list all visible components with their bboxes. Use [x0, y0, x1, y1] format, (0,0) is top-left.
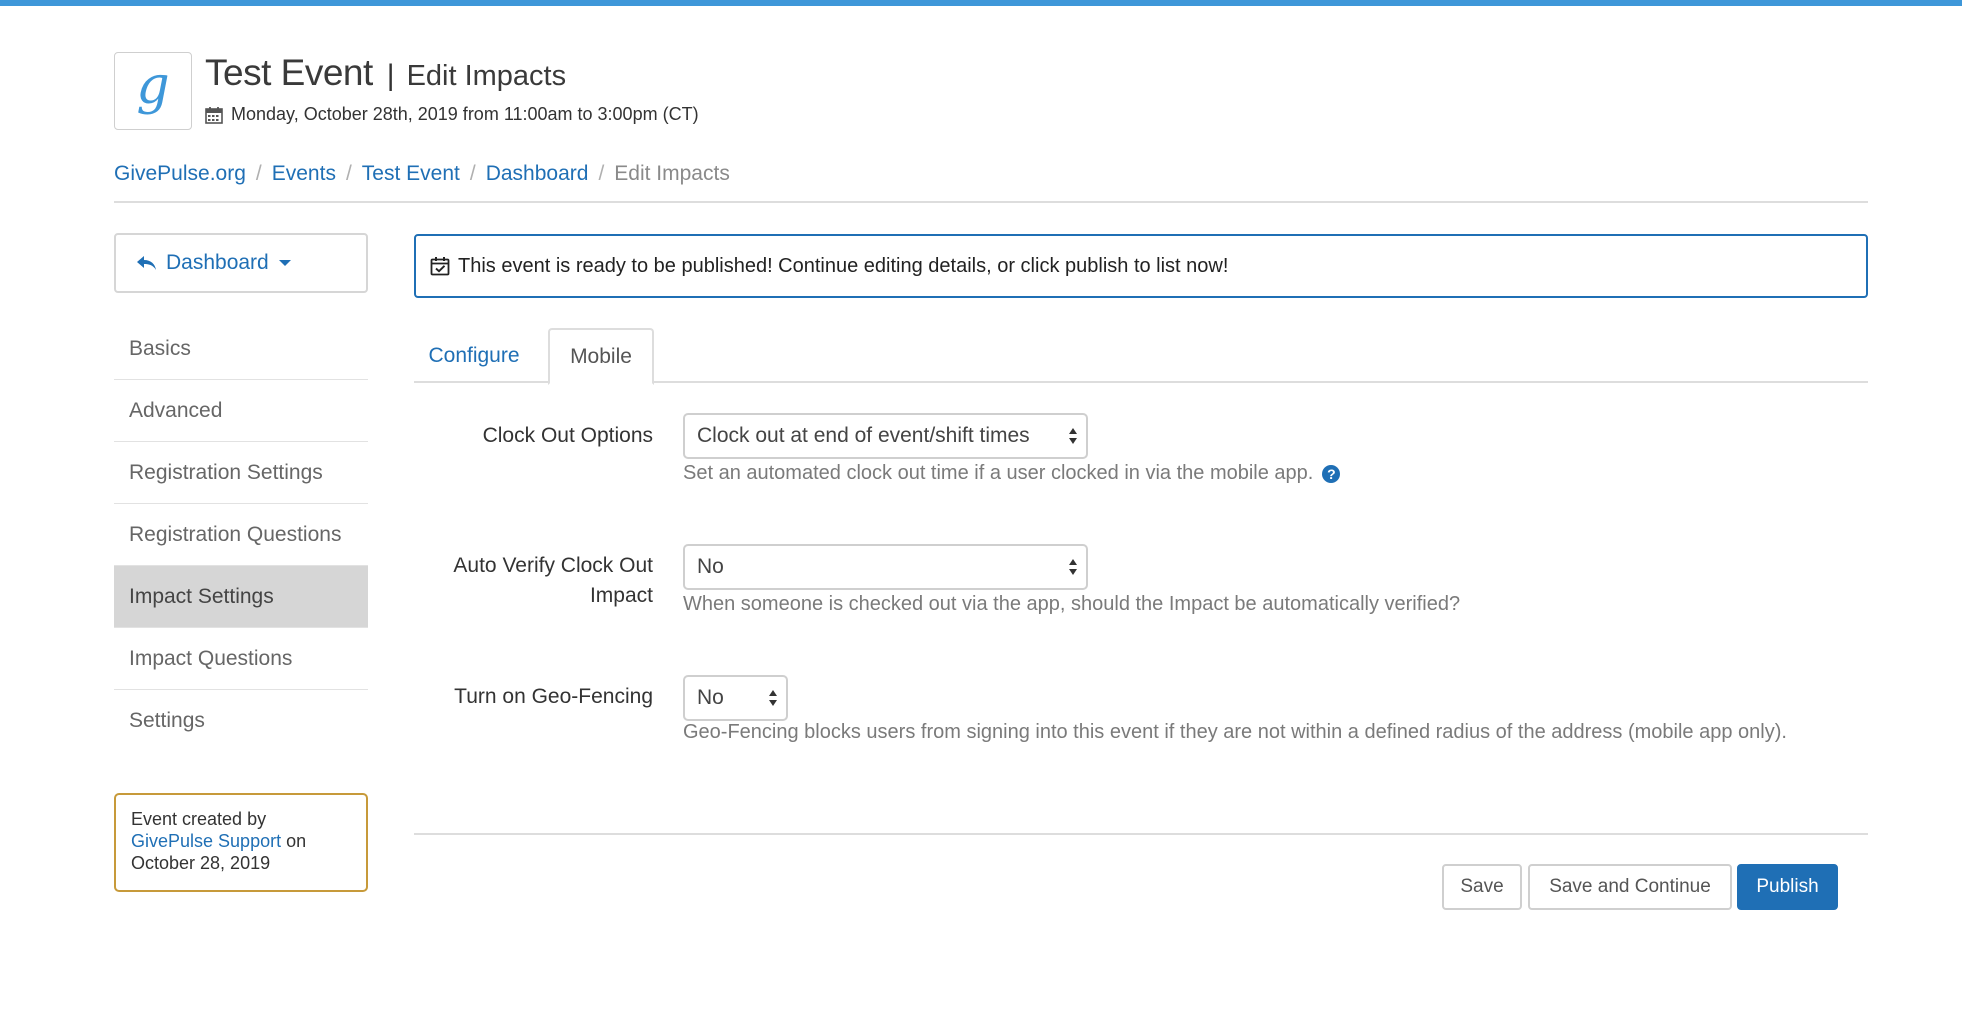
- breadcrumb-givepulse[interactable]: GivePulse.org: [114, 162, 246, 186]
- alert-text: This event is ready to be published! Con…: [458, 254, 1229, 277]
- auto-verify-select[interactable]: No: [683, 544, 1088, 590]
- save-and-continue-button[interactable]: Save and Continue: [1528, 864, 1732, 910]
- auto-verify-label: Auto Verify Clock Out Impact: [413, 551, 653, 611]
- dashboard-dropdown-button[interactable]: Dashboard: [114, 233, 368, 293]
- title-separator: |: [386, 59, 395, 92]
- geo-fencing-select[interactable]: No: [683, 675, 788, 721]
- calendar-icon: [205, 106, 223, 124]
- tab-configure[interactable]: Configure: [414, 328, 534, 383]
- breadcrumb-separator: /: [255, 162, 262, 185]
- created-author-link[interactable]: GivePulse Support: [131, 831, 281, 851]
- auto-verify-value: No: [697, 555, 724, 578]
- geo-fencing-label: Turn on Geo-Fencing: [454, 685, 653, 708]
- publish-ready-alert: This event is ready to be published! Con…: [414, 234, 1868, 298]
- event-logo: g: [114, 52, 192, 130]
- settings-tabs: Configure Mobile: [414, 328, 1868, 385]
- sidebar-item-registration-questions[interactable]: Registration Questions: [114, 504, 368, 566]
- question-circle-icon[interactable]: ?: [1322, 464, 1341, 483]
- event-created-info: Event created by GivePulse Support on Oc…: [114, 793, 368, 892]
- select-arrows-icon: [769, 690, 777, 706]
- form-footer-divider: [414, 833, 1868, 835]
- breadcrumb-current: Edit Impacts: [614, 162, 730, 185]
- top-accent-bar: [0, 0, 1962, 6]
- event-date-text: Monday, October 28th, 2019 from 11:00am …: [231, 104, 699, 124]
- event-date: Monday, October 28th, 2019 from 11:00am …: [205, 104, 699, 125]
- auto-verify-label-line1: Auto Verify Clock Out: [453, 554, 653, 577]
- sidebar-item-impact-questions[interactable]: Impact Questions: [114, 628, 368, 690]
- select-arrows-icon: [1069, 428, 1077, 444]
- breadcrumb: GivePulse.org / Events / Test Event / Da…: [114, 162, 730, 186]
- breadcrumb-events[interactable]: Events: [272, 162, 336, 186]
- clock-out-options-value: Clock out at end of event/shift times: [697, 424, 1030, 447]
- geo-fencing-help: Geo-Fencing blocks users from signing in…: [683, 721, 1787, 743]
- header-divider: [114, 201, 1868, 203]
- created-on: on: [286, 831, 307, 851]
- dashboard-button-label: Dashboard: [166, 251, 269, 274]
- breadcrumb-separator: /: [598, 162, 605, 185]
- save-button[interactable]: Save: [1442, 864, 1522, 910]
- reply-arrow-icon: [137, 256, 156, 270]
- page-subtitle: Edit Impacts: [406, 60, 567, 92]
- sidebar-item-impact-settings[interactable]: Impact Settings: [114, 566, 368, 628]
- tab-mobile[interactable]: Mobile: [548, 328, 654, 385]
- event-title: Test Event: [205, 52, 373, 93]
- sidebar-nav: Basics Advanced Registration Settings Re…: [114, 318, 368, 752]
- calendar-check-icon: [430, 257, 450, 276]
- sidebar-item-registration-settings[interactable]: Registration Settings: [114, 442, 368, 504]
- caret-down-icon: [278, 260, 291, 266]
- sidebar-item-settings[interactable]: Settings: [114, 690, 368, 752]
- logo-letter: g: [136, 56, 170, 116]
- select-arrows-icon: [1069, 559, 1077, 575]
- breadcrumb-separator: /: [345, 162, 352, 185]
- clock-out-help-text: Set an automated clock out time if a use…: [683, 462, 1314, 484]
- created-date: October 28, 2019: [131, 853, 271, 873]
- sidebar-item-advanced[interactable]: Advanced: [114, 380, 368, 442]
- auto-verify-help: When someone is checked out via the app,…: [683, 593, 1461, 615]
- clock-out-options-label: Clock Out Options: [482, 424, 653, 447]
- auto-verify-label-line2: Impact: [589, 584, 653, 607]
- sidebar-item-basics[interactable]: Basics: [114, 318, 368, 380]
- clock-out-options-help: Set an automated clock out time if a use…: [683, 462, 1341, 485]
- breadcrumb-test-event[interactable]: Test Event: [362, 162, 460, 186]
- breadcrumb-dashboard[interactable]: Dashboard: [486, 162, 589, 186]
- clock-out-options-select[interactable]: Clock out at end of event/shift times: [683, 413, 1088, 459]
- created-prefix: Event created by: [131, 809, 267, 829]
- breadcrumb-separator: /: [469, 162, 476, 185]
- geo-fencing-value: No: [697, 686, 724, 709]
- page-title: Test Event | Edit Impacts: [205, 52, 566, 96]
- publish-button[interactable]: Publish: [1737, 864, 1838, 910]
